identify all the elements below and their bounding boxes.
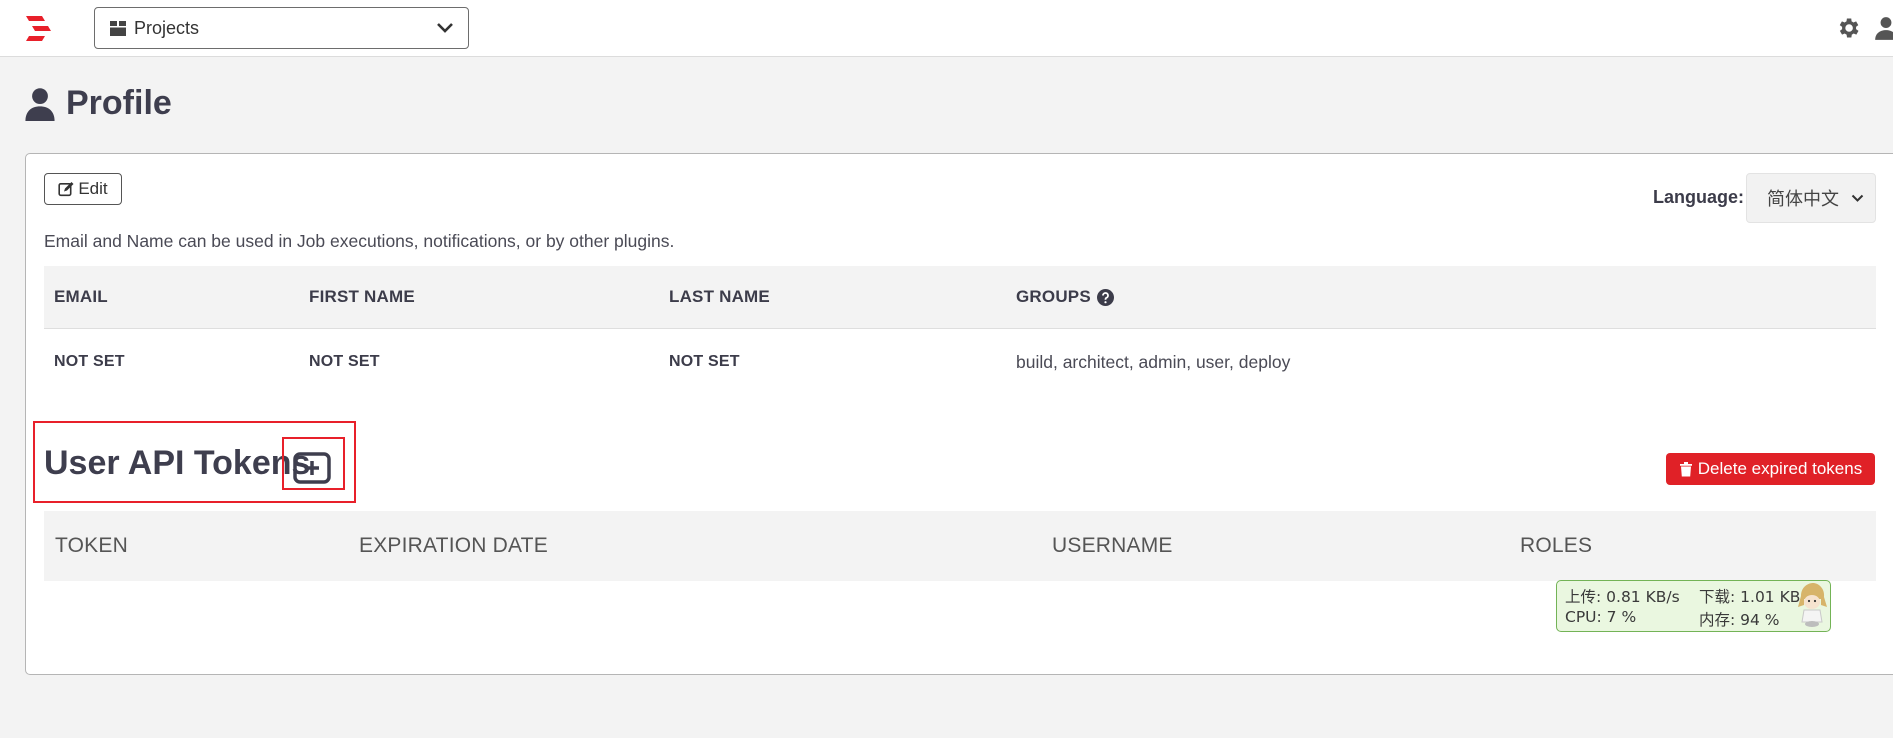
column-header-first-name: FIRST NAME xyxy=(309,287,415,306)
chevron-down-icon xyxy=(437,23,453,33)
table-row: NOT SET NOT SET NOT SET build, architect… xyxy=(44,330,1876,394)
column-header-expiration-date: EXPIRATION DATE xyxy=(359,534,548,557)
memory-usage: 内存: 94 % xyxy=(1699,611,1780,629)
last-name-value: NOT SET xyxy=(669,353,740,370)
column-header-groups-label: GROUPS xyxy=(1016,287,1091,306)
question-circle-icon[interactable] xyxy=(1096,288,1114,306)
navbar-actions xyxy=(1835,14,1893,42)
trash-icon xyxy=(1679,462,1692,477)
upload-speed: 上传: 0.81 KB/s xyxy=(1565,588,1680,606)
gear-icon[interactable] xyxy=(1835,15,1861,41)
delete-expired-tokens-button[interactable]: Delete expired tokens xyxy=(1666,453,1875,485)
user-icon[interactable] xyxy=(1873,15,1893,41)
column-header-groups: GROUPS xyxy=(1016,266,1114,328)
groups-value: build, architect, admin, user, deploy xyxy=(1016,351,1291,372)
profile-info-text: Email and Name can be used in Job execut… xyxy=(44,231,675,251)
email-value: NOT SET xyxy=(54,353,125,370)
edit-button-label: Edit xyxy=(78,179,108,198)
tokens-table-header: TOKEN EXPIRATION DATE USERNAME ROLES xyxy=(44,511,1876,581)
project-selector[interactable]: Projects xyxy=(94,7,469,49)
cpu-usage: CPU: 7 % xyxy=(1565,608,1637,626)
delete-expired-tokens-label: Delete expired tokens xyxy=(1697,459,1863,478)
page-title-text: Profile xyxy=(66,84,172,122)
app-logo[interactable] xyxy=(26,16,54,42)
language-select[interactable]: 简体中文 xyxy=(1746,173,1876,223)
annotation-highlight-box xyxy=(282,437,345,490)
first-name-value: NOT SET xyxy=(309,353,380,370)
language-select-value: 简体中文 xyxy=(1767,189,1839,209)
network-monitor-widget[interactable]: 上传: 0.81 KB/s 下载: 1.01 KB/s CPU: 7 % 内存:… xyxy=(1556,580,1831,632)
column-header-last-name: LAST NAME xyxy=(669,287,770,306)
mascot-icon xyxy=(1798,583,1827,627)
chevron-down-icon xyxy=(1851,194,1864,202)
project-selector-value: Projects xyxy=(134,17,200,38)
column-header-username: USERNAME xyxy=(1052,534,1173,557)
edit-icon xyxy=(58,182,74,197)
box-icon xyxy=(110,21,126,36)
column-header-email: EMAIL xyxy=(54,287,108,306)
user-icon xyxy=(25,87,55,121)
top-navbar: Projects xyxy=(0,0,1893,57)
edit-button[interactable]: Edit xyxy=(44,173,122,205)
language-label: Language: xyxy=(1653,187,1745,207)
page-title: Profile xyxy=(25,84,172,123)
profile-table-header: EMAIL FIRST NAME LAST NAME GROUPS xyxy=(44,266,1876,329)
column-header-roles: ROLES xyxy=(1520,534,1593,557)
column-header-token: TOKEN xyxy=(55,534,128,557)
